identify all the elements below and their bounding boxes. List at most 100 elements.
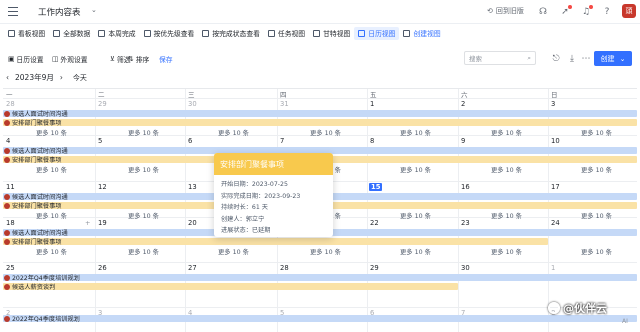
day-number[interactable]: 10 xyxy=(548,137,560,145)
day-number[interactable]: 31 xyxy=(277,100,289,108)
avatar[interactable]: 頭 xyxy=(622,4,636,18)
day-number[interactable]: 16 xyxy=(458,183,470,191)
back-to-old-version-button[interactable]: ⟲ 回到旧版 xyxy=(487,6,524,16)
tab-this-week[interactable]: 本周完成 xyxy=(94,27,139,40)
show-more-link[interactable]: 更多 10 条 xyxy=(310,128,341,137)
day-number[interactable]: 17 xyxy=(548,183,560,191)
day-number[interactable]: 2 xyxy=(458,100,465,108)
appearance-settings-button[interactable]: ◫ 外观设置 xyxy=(52,54,88,64)
tool-label: 排序 xyxy=(135,56,150,64)
day-number[interactable]: 29 xyxy=(95,100,107,108)
show-more-link[interactable]: 更多 10 条 xyxy=(128,128,159,137)
event-bar[interactable]: 安排部门聚餐事项 xyxy=(3,119,637,126)
day-number[interactable]: 1 xyxy=(548,264,555,272)
show-more-link[interactable]: 更多 10 条 xyxy=(218,247,249,256)
tab-all-data[interactable]: 全部数据 xyxy=(49,27,94,40)
day-number[interactable]: 11 xyxy=(3,183,15,191)
avatar xyxy=(4,238,10,245)
help-icon[interactable]: ? xyxy=(601,6,613,18)
show-more-link[interactable]: 更多 10 条 xyxy=(310,247,341,256)
day-number[interactable]: 13 xyxy=(185,183,197,191)
show-more-link[interactable]: 更多 10 条 xyxy=(491,211,522,220)
show-more-link[interactable]: 更多 10 条 xyxy=(400,247,431,256)
day-number[interactable]: 6 xyxy=(185,137,192,145)
add-event-icon[interactable]: + xyxy=(85,219,90,227)
day-number[interactable]: 8 xyxy=(367,137,374,145)
prev-month-button[interactable]: ‹ xyxy=(6,73,9,82)
tool-label: 外观设置 xyxy=(60,56,88,64)
menu-icon[interactable] xyxy=(8,6,19,17)
next-month-button[interactable]: › xyxy=(60,73,63,82)
show-more-link[interactable]: 更多 10 条 xyxy=(491,128,522,137)
day-number[interactable]: 4 xyxy=(3,137,10,145)
show-more-link[interactable]: 更多 10 条 xyxy=(581,211,612,220)
create-view-button[interactable]: 创建视图 xyxy=(399,27,444,40)
tab-task[interactable]: 任务视图 xyxy=(264,27,309,40)
calendar-settings-button[interactable]: ▣ 日历设置 xyxy=(8,54,44,64)
search-input[interactable]: 搜索 ⌕ xyxy=(464,51,536,65)
day-number[interactable]: 29 xyxy=(367,264,379,272)
show-more-link[interactable]: 更多 10 条 xyxy=(218,128,249,137)
show-more-link[interactable]: 更多 10 条 xyxy=(128,211,159,220)
tab-gantt[interactable]: 甘特视图 xyxy=(309,27,354,40)
day-number[interactable]: 1 xyxy=(367,100,374,108)
day-number[interactable]: 27 xyxy=(185,264,197,272)
create-button[interactable]: 创建 ⌄ xyxy=(594,51,632,66)
today-button[interactable]: 今天 xyxy=(73,73,87,83)
tab-status[interactable]: 按完成状态查看 xyxy=(198,27,264,40)
event-title: 2022年Q4季度培训规划 xyxy=(12,316,80,322)
show-more-link[interactable]: 更多 10 条 xyxy=(491,247,522,256)
event-bar[interactable]: 候选人薪资谈判 xyxy=(3,283,458,290)
show-more-link[interactable]: 更多 10 条 xyxy=(491,165,522,174)
event-bar[interactable]: 候选人面试时间沟通 xyxy=(3,110,637,117)
show-more-link[interactable]: 更多 10 条 xyxy=(581,128,612,137)
show-more-link[interactable]: 更多 10 条 xyxy=(581,247,612,256)
day-number[interactable]: 19 xyxy=(95,219,107,227)
show-more-link[interactable]: 更多 10 条 xyxy=(400,165,431,174)
day-number[interactable]: 30 xyxy=(458,264,470,272)
event-bar[interactable]: 2022年Q4季度培训规划 xyxy=(3,274,637,281)
sort-button[interactable]: ⇅ 排序 xyxy=(128,54,149,64)
day-number[interactable]: 28 xyxy=(3,100,15,108)
tab-kanban[interactable]: 看板视图 xyxy=(4,27,49,40)
day-number[interactable]: 30 xyxy=(185,100,197,108)
tab-label: 按完成状态查看 xyxy=(212,30,260,38)
avatar xyxy=(4,274,10,281)
show-more-link[interactable]: 更多 10 条 xyxy=(36,165,67,174)
show-more-link[interactable]: 更多 10 条 xyxy=(128,165,159,174)
rocket-icon[interactable]: ➚ xyxy=(559,5,572,18)
download-icon[interactable]: ⤓ xyxy=(566,53,578,65)
show-more-link[interactable]: 更多 10 条 xyxy=(36,211,67,220)
day-number[interactable]: 7 xyxy=(277,137,284,145)
headset-icon[interactable]: ☊ xyxy=(537,6,549,18)
day-number[interactable]: 24 xyxy=(548,219,560,227)
more-icon[interactable]: ⋯ xyxy=(580,53,592,65)
day-number[interactable]: 20 xyxy=(185,219,197,227)
day-number[interactable]: 9 xyxy=(458,137,465,145)
day-number[interactable]: 26 xyxy=(95,264,107,272)
day-number[interactable]: 12 xyxy=(95,183,107,191)
day-number[interactable]: 3 xyxy=(548,100,555,108)
bell-icon[interactable]: ♫ xyxy=(580,5,593,18)
save-button[interactable]: 保存 xyxy=(159,54,173,64)
event-bar[interactable]: 2022年Q4季度培训规划 xyxy=(3,315,637,322)
show-more-link[interactable]: 更多 10 条 xyxy=(36,128,67,137)
day-number[interactable]: 22 xyxy=(367,219,379,227)
show-more-link[interactable]: 更多 10 条 xyxy=(400,211,431,220)
event-bar[interactable]: 安排部门聚餐事项 xyxy=(3,238,548,245)
day-number[interactable]: 5 xyxy=(95,137,102,145)
day-number[interactable]: 25 xyxy=(3,264,15,272)
tab-priority[interactable]: 按优先级查看 xyxy=(140,27,199,40)
share-icon[interactable]: ⎋ xyxy=(550,53,562,65)
show-more-link[interactable]: 更多 10 条 xyxy=(400,128,431,137)
day-number[interactable]: 23 xyxy=(458,219,470,227)
chevron-down-icon[interactable]: ⌄ xyxy=(91,6,97,14)
day-number[interactable]: 28 xyxy=(277,264,289,272)
today-day-number[interactable]: 15 xyxy=(369,183,383,191)
avatar xyxy=(4,119,10,126)
tab-calendar[interactable]: 日历视图 xyxy=(354,26,400,40)
day-number[interactable]: 18 xyxy=(3,219,15,227)
show-more-link[interactable]: 更多 10 条 xyxy=(36,247,67,256)
show-more-link[interactable]: 更多 10 条 xyxy=(581,165,612,174)
show-more-link[interactable]: 更多 10 条 xyxy=(128,247,159,256)
